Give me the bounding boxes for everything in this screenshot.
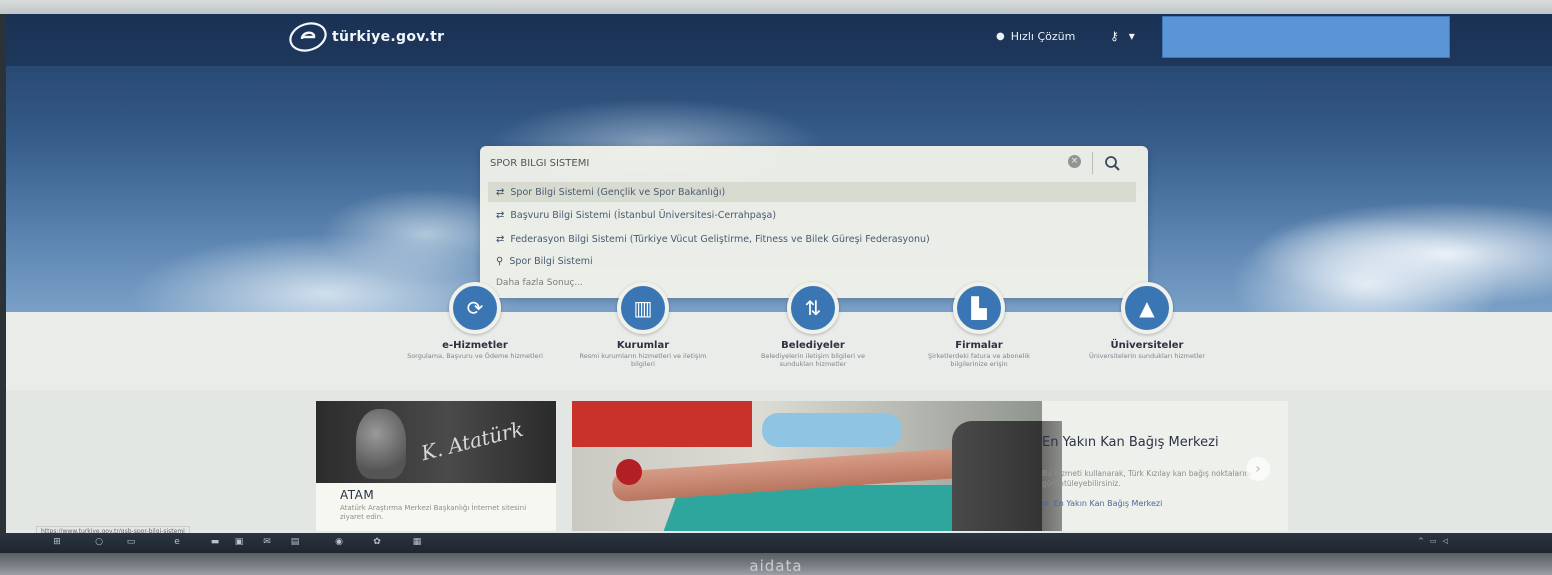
quick-solution-link[interactable]: ● Hızlı Çözüm [996, 30, 1075, 43]
ataturk-photo: K. Atatürk [316, 401, 556, 483]
monitor-brand-logo: aidata [749, 557, 803, 575]
file-explorer-icon[interactable]: ▬ [210, 538, 220, 547]
category-e-hizmetler[interactable]: ⟳ e-Hizmetler Sorgulama, Başvuru ve Ödem… [400, 282, 550, 361]
suggestion-label: Federasyon Bilgi Sistemi (Türkiye Vücut … [510, 233, 930, 245]
search-panel: × ⇄ Spor Bilgi Sistemi (Gençlik ve Spor … [480, 146, 1148, 298]
taskbar [0, 533, 1552, 553]
screen: türkiye.gov.tr ● Hızlı Çözüm ⚷ ▾ × ⇄ Spo… [0, 0, 1552, 575]
quick-solution-label: Hızlı Çözüm [1010, 30, 1076, 43]
e-service-icon: ⇄ [496, 209, 505, 221]
search-button[interactable] [1100, 151, 1126, 175]
portrait-image [356, 409, 406, 479]
building-icon: ▥ [617, 282, 669, 334]
featured-service-card[interactable]: En Yakın Kan Bağış Merkezi Bu hizmeti ku… [572, 401, 1288, 531]
graduation-cap-icon: ▲ [1121, 282, 1173, 334]
excel-icon[interactable]: ▦ [412, 538, 422, 547]
task-view-icon[interactable]: ▭ [126, 538, 136, 547]
network-icon: ▭ [1429, 537, 1437, 545]
chevron-up-icon: ^ [1418, 537, 1424, 545]
blood-donation-photo [572, 401, 1062, 531]
store-icon[interactable]: ▣ [234, 538, 244, 547]
atam-description: Atatürk Araştırma Merkezi Başkanlığı İnt… [340, 504, 527, 522]
category-desc: Üniversitelerin sundukları hizmetler [1088, 352, 1206, 360]
category-desc: Sorgulama, Başvuru ve Ödeme hizmetleri [407, 352, 543, 360]
category-title: e-Hizmetler [442, 340, 508, 351]
suggestion-label: Başvuru Bilgi Sistemi (İstanbul Üniversi… [510, 209, 777, 221]
search-icon[interactable]: ○ [94, 538, 104, 547]
category-title: Üniversiteler [1110, 340, 1184, 351]
key-icon: ⚷ [1110, 29, 1119, 43]
e-service-icon: ⇄ [496, 186, 505, 198]
category-desc: Resmi kurumların hizmetleri ve iletişim … [579, 352, 707, 368]
refresh-icon: ⟳ [449, 282, 501, 334]
feature-link-label: En Yakın Kan Bağış Merkezi [1053, 499, 1163, 508]
login-menu[interactable]: ⚷ ▾ [1110, 29, 1135, 43]
chrome-icon[interactable]: ◉ [334, 538, 344, 547]
windows-start-icon[interactable]: ⊞ [52, 538, 62, 547]
e-service-icon: ⇄ [1042, 499, 1049, 508]
chevron-down-icon: ▾ [1128, 29, 1135, 43]
photo-stress-ball [616, 459, 642, 485]
site-logo[interactable]: türkiye.gov.tr [288, 20, 444, 54]
category-universiteler[interactable]: ▲ Üniversiteler Üniversitelerin sundukla… [1072, 282, 1222, 361]
category-desc: Belediyelerin iletişim bilgileri ve sund… [761, 352, 865, 368]
logo-text: türkiye.gov.tr [332, 29, 445, 45]
category-desc: Şirketlerdeki fatura ve abonelik bilgile… [928, 352, 1030, 368]
category-belediyeler[interactable]: ⇅ Belediyeler Belediyelerin iletişim bil… [738, 282, 888, 369]
e-service-icon: ⇄ [496, 233, 505, 245]
suggestion-label: Spor Bilgi Sistemi [509, 255, 593, 267]
clear-search-icon[interactable]: × [1068, 155, 1081, 168]
suggestion-item[interactable]: ⇄ Federasyon Bilgi Sistemi (Türkiye Vücu… [488, 229, 1136, 249]
feature-description: Bu hizmeti kullanarak, Türk Kızılay kan … [1042, 469, 1252, 489]
signpost-icon: ⇅ [787, 282, 839, 334]
redacted-user-area[interactable] [1162, 16, 1450, 58]
carousel-next-button[interactable]: › [1246, 457, 1270, 481]
category-kurumlar[interactable]: ▥ Kurumlar Resmi kurumların hizmetleri v… [568, 282, 718, 369]
suggestion-label: Spor Bilgi Sistemi (Gençlik ve Spor Baka… [510, 186, 726, 198]
atam-title: ATAM [340, 488, 375, 502]
mail-icon[interactable]: ✉ [262, 538, 272, 547]
settings-gear-icon[interactable]: ✿ [372, 538, 382, 547]
suggestion-item[interactable]: ⇄ Başvuru Bilgi Sistemi (İstanbul Üniver… [488, 205, 1136, 225]
monitor-bezel-top [0, 0, 1552, 14]
feature-link[interactable]: ⇄ En Yakın Kan Bağış Merkezi [1042, 499, 1162, 508]
category-title: Firmalar [955, 340, 1003, 351]
search-icon: ⚲ [496, 255, 504, 267]
edge-browser-icon[interactable]: e [172, 538, 182, 547]
search-input[interactable] [490, 150, 1050, 176]
system-tray[interactable]: ^ ▭ ◁ [1418, 537, 1448, 545]
factory-icon: ▙ [953, 282, 1005, 334]
photo-glove [762, 413, 902, 447]
category-title: Belediyeler [781, 340, 845, 351]
atam-card[interactable]: K. Atatürk ATAM Atatürk Araştırma Merkez… [316, 401, 556, 531]
category-firmalar[interactable]: ▙ Firmalar Şirketlerdeki fatura ve abone… [904, 282, 1054, 369]
volume-icon: ◁ [1442, 537, 1448, 545]
suggestion-item[interactable]: ⚲ Spor Bilgi Sistemi [488, 251, 1136, 271]
taskbar-clock[interactable] [1488, 535, 1490, 542]
app-icon[interactable]: ▤ [290, 538, 300, 547]
signature-image: K. Atatürk [418, 416, 526, 466]
photo-red-sleeve [572, 401, 752, 447]
feature-title: En Yakın Kan Bağış Merkezi [1042, 435, 1219, 450]
e-logo-icon [289, 22, 327, 52]
suggestion-item[interactable]: ⇄ Spor Bilgi Sistemi (Gençlik ve Spor Ba… [488, 182, 1136, 202]
chat-bubbles-icon: ● [996, 31, 1005, 42]
search-divider [1092, 152, 1093, 174]
category-title: Kurumlar [616, 340, 670, 351]
